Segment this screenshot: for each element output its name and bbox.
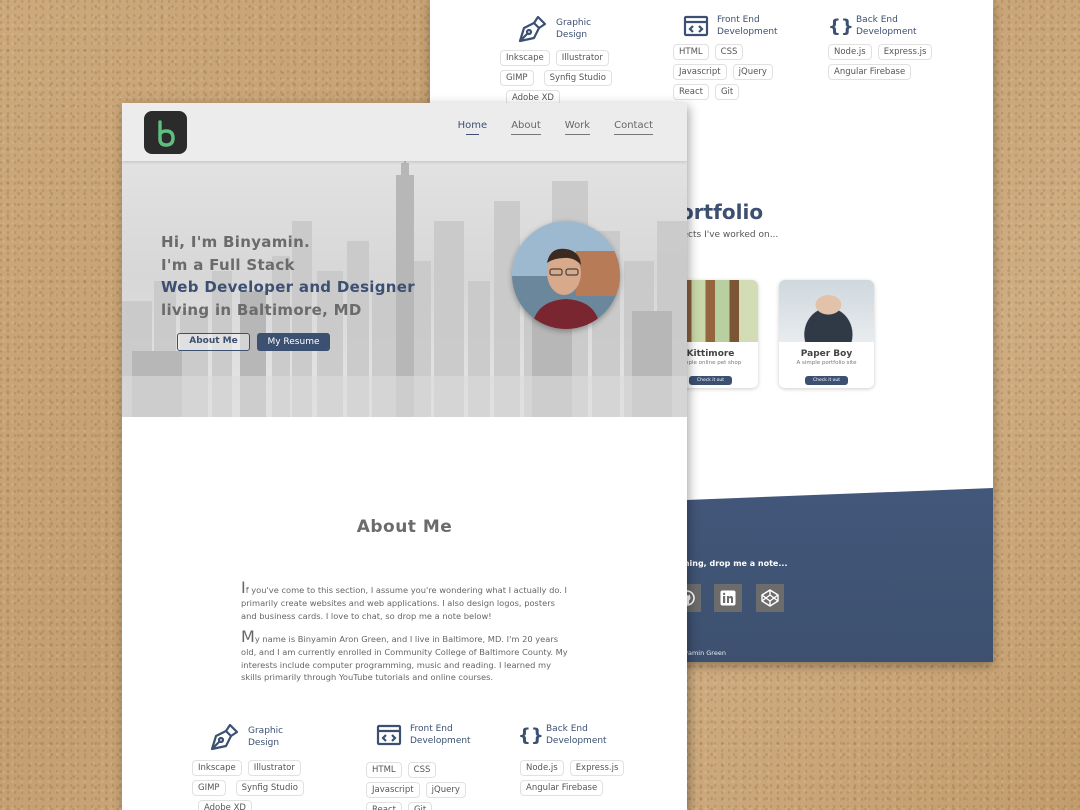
- skill-title-line2: Development: [410, 736, 471, 746]
- skill-chip: Adobe XD: [198, 800, 252, 810]
- skill-title-line2: Development: [546, 736, 607, 746]
- skill-chip: Git: [714, 84, 740, 100]
- portfolio-title: ortfolio: [680, 200, 764, 224]
- hero-line-role: I'm a Full Stack: [161, 255, 295, 274]
- skill-chip: GIMP: [192, 780, 226, 796]
- hero-line-greeting: Hi, I'm Binyamin.: [161, 233, 311, 251]
- skill-title-line2: Development: [856, 27, 917, 37]
- check-it-out-button[interactable]: Check it out: [688, 376, 733, 385]
- portfolio-card-paper-boy[interactable]: Paper Boy A simple portfolio site Check …: [779, 280, 874, 388]
- skill-chip: Javascript: [366, 782, 420, 798]
- footer-note: thing, drop me a note...: [680, 559, 788, 568]
- profile-photo: [512, 221, 620, 329]
- skill-chip: Inkscape: [192, 760, 242, 776]
- skill-graphic-design: Graphic Design Inkscape Illustrator GIMP …: [500, 14, 640, 106]
- hero-headline: Hi, I'm Binyamin. I'm a Full Stack Web D…: [161, 231, 415, 321]
- skill-title-line1: Back End: [856, 15, 898, 25]
- skill-back-end: {} Back End Development Node.js Express.j…: [828, 14, 938, 80]
- nav-link-about[interactable]: About: [511, 120, 541, 135]
- about-text: f you've come to this section, I assume …: [241, 585, 568, 621]
- codepen-icon[interactable]: [756, 584, 784, 612]
- skill-chip: React: [366, 802, 402, 810]
- card-title: Paper Boy: [800, 349, 853, 359]
- portfolio-subtitle: jects I've worked on...: [680, 230, 779, 240]
- pen-nib-icon: [516, 14, 548, 44]
- skill-chips-back: Node.js Express.js Angular Firebase: [520, 760, 635, 796]
- about-me-heading: About Me: [356, 517, 453, 537]
- code-window-icon: [683, 14, 709, 38]
- skill-chips-graphic: Inkscape Illustrator GIMP Synfig Studio …: [192, 760, 332, 810]
- skill-chip: Illustrator: [247, 760, 301, 776]
- skill-chip: React: [673, 84, 709, 100]
- skill-chip: CSS: [714, 44, 744, 60]
- skill-title-line1: Graphic: [248, 726, 284, 736]
- skill-front-end: Front End Development HTML CSS Javascript…: [673, 14, 797, 100]
- navbar: Home About Work Contact: [122, 103, 687, 161]
- skill-chip: HTML: [673, 44, 709, 60]
- skill-front-end: Front End Development: [366, 723, 490, 747]
- hero-section: Hi, I'm Binyamin. I'm a Full Stack Web D…: [122, 161, 687, 417]
- skill-chip: Inkscape: [500, 50, 550, 66]
- skill-title-line1: Back End: [546, 724, 588, 734]
- drop-cap: M: [241, 627, 255, 646]
- card-description: A simple portfolio site: [796, 360, 857, 366]
- skill-chip: Javascript: [673, 64, 727, 80]
- skill-chip: Express.js: [877, 44, 933, 60]
- skill-chip: Synfig Studio: [543, 70, 612, 86]
- skill-back-end: {} Back End Development: [518, 723, 626, 747]
- skill-chip: Git: [407, 802, 433, 810]
- skill-title-line1: Front End: [717, 15, 760, 25]
- curly-braces-icon: {}: [828, 15, 854, 37]
- skill-chip: Angular Firebase: [520, 780, 604, 796]
- pen-nib-icon: [208, 722, 240, 752]
- my-resume-button[interactable]: My Resume: [257, 333, 330, 351]
- curly-braces-icon: {}: [518, 724, 544, 746]
- skill-chip: Express.js: [569, 760, 625, 776]
- skill-chip: jQuery: [732, 64, 773, 80]
- skill-chip: Node.js: [520, 760, 564, 776]
- skill-title-line2: Design: [248, 738, 280, 748]
- skill-graphic-design: Graphic Design: [192, 722, 328, 752]
- skill-title-line2: Design: [556, 30, 588, 40]
- hero-line-title: Web Developer and Designer: [161, 278, 415, 296]
- about-paragraph-2: My name is Binyamin Aron Green, and I li…: [241, 629, 569, 684]
- skill-chip: jQuery: [425, 782, 466, 798]
- skill-chip: HTML: [366, 762, 402, 778]
- skill-chip: GIMP: [500, 70, 534, 86]
- hero-line-location: living in Baltimore, MD: [161, 300, 362, 319]
- code-window-icon: [376, 723, 402, 747]
- nav-link-work[interactable]: Work: [564, 120, 591, 135]
- about-me-button[interactable]: About Me: [177, 333, 250, 351]
- nav-link-home[interactable]: Home: [458, 120, 487, 135]
- linkedin-icon[interactable]: [714, 584, 742, 612]
- skill-title-line1: Front End: [410, 724, 453, 734]
- skill-chips-front: HTML CSS Javascript jQuery React Git: [366, 762, 491, 810]
- skill-title-line1: Graphic: [556, 18, 592, 28]
- skill-chip: Illustrator: [555, 50, 609, 66]
- skill-chip: Node.js: [828, 44, 872, 60]
- skill-chip: CSS: [407, 762, 437, 778]
- skill-chip: Synfig Studio: [235, 780, 304, 796]
- nav-link-contact[interactable]: Contact: [614, 120, 653, 135]
- about-text: y name is Binyamin Aron Green, and I liv…: [241, 634, 568, 683]
- skill-chip: Angular Firebase: [828, 64, 912, 80]
- about-paragraph-1: If you've come to this section, I assume…: [241, 580, 569, 622]
- front-page-screenshot: Home About Work Contact Hi, I'm Binyamin…: [122, 103, 687, 810]
- card-image-portrait: [779, 280, 874, 342]
- b-logo-icon[interactable]: [144, 111, 187, 154]
- check-it-out-button[interactable]: Check it out: [804, 376, 849, 385]
- skill-title-line2: Development: [717, 27, 778, 37]
